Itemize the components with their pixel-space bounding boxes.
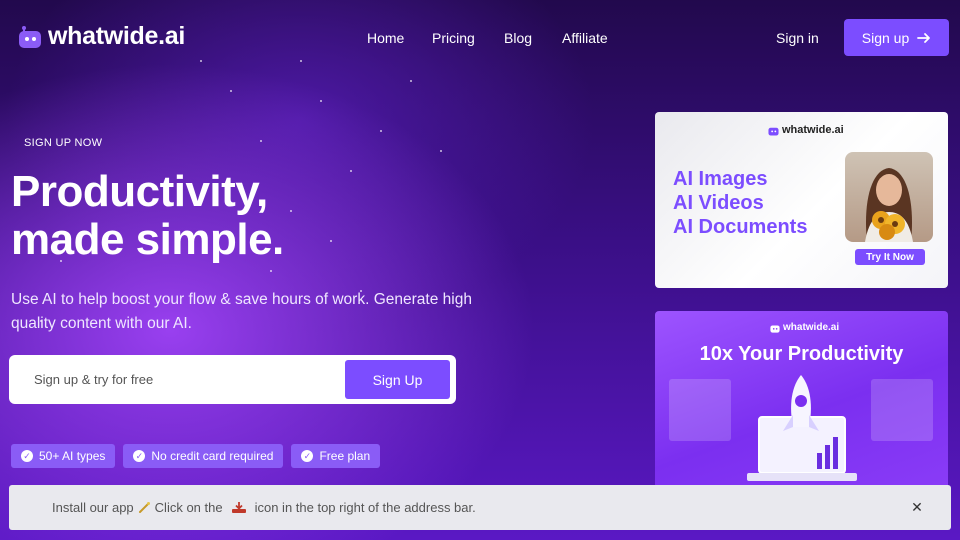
feature-item: AI Documents: [673, 216, 808, 238]
nav-link-affiliate[interactable]: Affiliate: [562, 30, 608, 46]
headline-line-2: made simple.: [11, 215, 284, 264]
check-icon: ✓: [21, 450, 33, 462]
nav-link-home[interactable]: Home: [367, 30, 404, 46]
feature-item: AI Images: [673, 168, 768, 190]
card-brand-logo: whatwide.ai: [768, 124, 844, 136]
card-brand-logo: whatwide.ai: [770, 322, 839, 333]
install-app-notice: Install our app Click on the icon in the…: [9, 485, 951, 530]
hero-headline: Productivity, made simple.: [11, 168, 284, 264]
badge-free-plan: ✓ Free plan: [291, 444, 381, 468]
email-input[interactable]: [11, 357, 341, 402]
robot-logo-icon: [19, 25, 41, 48]
card-brand-name: whatwide.ai: [782, 124, 844, 136]
close-icon[interactable]: ✕: [907, 497, 927, 517]
badge-no-credit-card: ✓ No credit card required: [123, 444, 284, 468]
rocket-laptop-illustration: [669, 375, 933, 481]
magic-wand-icon: [138, 502, 150, 513]
hero-subtext: Use AI to help boost your flow & save ho…: [11, 291, 472, 332]
signup-button[interactable]: Sign up: [844, 19, 949, 56]
brand-logo[interactable]: whatwide.ai: [18, 22, 185, 51]
signup-button-label: Sign up: [861, 29, 910, 46]
badge-label: Free plan: [319, 449, 371, 463]
badge-label: No credit card required: [151, 449, 274, 463]
ai-feature-list: AI Images AI Videos AI Documents: [673, 167, 807, 239]
robot-logo-icon: [770, 325, 780, 333]
feature-badges: ✓ 50+ AI types ✓ No credit card required…: [11, 444, 381, 468]
nav-link-pricing[interactable]: Pricing: [432, 30, 475, 46]
hero-eyebrow: SIGN UP NOW: [24, 137, 103, 149]
badge-label: 50+ AI types: [39, 449, 106, 463]
card-brand-name: whatwide.ai: [783, 322, 840, 333]
woman-with-flowers-image: [845, 152, 933, 242]
brand-name: whatwide.ai: [48, 22, 186, 50]
form-signup-button[interactable]: Sign Up: [345, 360, 450, 399]
signup-form: Sign Up: [11, 357, 454, 402]
install-icon: [231, 502, 246, 513]
try-it-now-button[interactable]: Try It Now: [855, 249, 925, 265]
robot-logo-icon: [768, 127, 779, 136]
promo-card-productivity[interactable]: whatwide.ai 10x Your Productivity: [655, 311, 948, 491]
nav-link-blog[interactable]: Blog: [504, 30, 532, 46]
arrow-right-icon: [917, 32, 931, 43]
headline-line-1: Productivity,: [11, 167, 268, 216]
card-title: 10x Your Productivity: [699, 343, 904, 365]
check-icon: ✓: [133, 450, 146, 462]
signin-link[interactable]: Sign in: [776, 30, 819, 46]
badge-ai-types: ✓ 50+ AI types: [11, 444, 116, 468]
notice-text-location: icon in the top right of the address bar…: [254, 500, 476, 515]
notice-message: Install our app Click on the icon in the…: [52, 500, 476, 515]
notice-text-click: Click on the: [154, 500, 223, 515]
top-navigation: whatwide.ai Home Pricing Blog Affiliate …: [0, 0, 960, 75]
notice-text-install: Install our app: [52, 500, 134, 515]
feature-item: AI Videos: [673, 192, 764, 214]
promo-card-ai-tools[interactable]: whatwide.ai AI Images AI Videos AI Docum…: [655, 112, 948, 288]
check-icon: ✓: [301, 450, 314, 462]
